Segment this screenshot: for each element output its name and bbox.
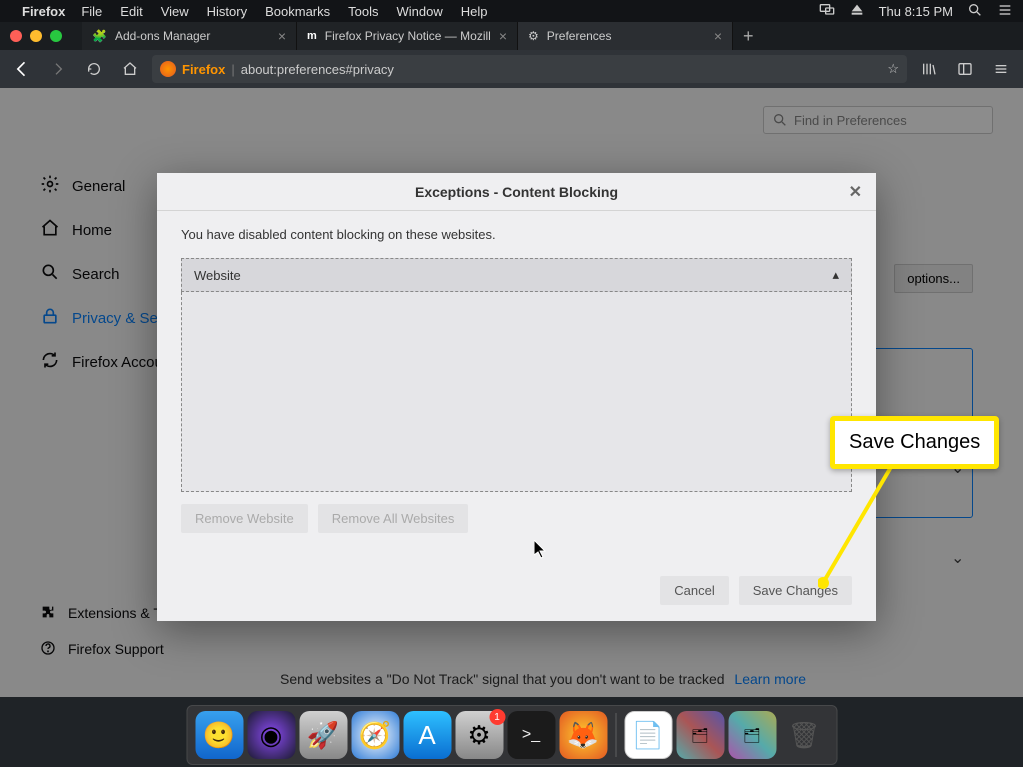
puzzle-icon <box>40 604 56 623</box>
annotation-save-changes-label: Save Changes <box>830 416 999 469</box>
menu-help[interactable]: Help <box>461 4 488 19</box>
new-tab-button[interactable]: + <box>733 26 764 47</box>
spotlight-icon[interactable] <box>967 2 983 21</box>
dialog-titlebar: Exceptions - Content Blocking ✕ <box>157 173 876 211</box>
app-menu-button[interactable] <box>987 55 1015 83</box>
macos-menubar: Firefox File Edit View History Bookmarks… <box>0 0 1023 22</box>
menu-tools[interactable]: Tools <box>348 4 378 19</box>
window-controls <box>10 30 62 42</box>
chevron-down-icon[interactable]: ⌄ <box>951 548 963 560</box>
question-icon <box>40 640 56 659</box>
firefox-icon <box>160 61 176 77</box>
browser-toolbar: Firefox | about:preferences#privacy ☆ <box>0 50 1023 88</box>
url-bar[interactable]: Firefox | about:preferences#privacy ☆ <box>152 55 907 83</box>
dock-appstore-icon[interactable]: A <box>403 711 451 759</box>
tab-close-icon[interactable]: × <box>499 28 507 44</box>
search-icon <box>772 112 788 128</box>
tab-privacy-notice[interactable]: m Firefox Privacy Notice — Mozill × <box>297 22 518 50</box>
sort-arrow-icon[interactable]: ▴ <box>832 267 839 283</box>
remove-all-websites-button[interactable]: Remove All Websites <box>318 504 469 533</box>
menu-bookmarks[interactable]: Bookmarks <box>265 4 330 19</box>
sidebar-item-support[interactable]: Firefox Support <box>40 631 204 667</box>
window-minimize-button[interactable] <box>30 30 42 42</box>
sidebar-item-label: Home <box>72 222 112 239</box>
urlbar-brand: Firefox <box>182 62 225 77</box>
urlbar-url: about:preferences#privacy <box>241 62 394 77</box>
search-icon <box>40 262 60 286</box>
menubar-clock[interactable]: Thu 8:15 PM <box>879 4 953 19</box>
tab-preferences[interactable]: ⚙ Preferences × <box>518 22 733 50</box>
column-website: Website <box>194 268 241 283</box>
menu-window[interactable]: Window <box>397 4 443 19</box>
tab-label: Firefox Privacy Notice — Mozill <box>325 29 491 43</box>
dock-stack-icon[interactable]: 🗂 <box>676 711 724 759</box>
dock-badge: 1 <box>489 709 505 725</box>
mouse-cursor <box>534 540 548 560</box>
home-icon <box>40 218 60 242</box>
remove-website-button[interactable]: Remove Website <box>181 504 308 533</box>
tab-label: Add-ons Manager <box>115 29 210 43</box>
window-zoom-button[interactable] <box>50 30 62 42</box>
forward-button[interactable] <box>44 55 72 83</box>
sidebar-button[interactable] <box>951 55 979 83</box>
dock-stack-icon[interactable]: 🗂 <box>728 711 776 759</box>
tab-close-icon[interactable]: × <box>278 28 286 44</box>
options-button[interactable]: options... <box>894 264 973 293</box>
dialog-description: You have disabled content blocking on th… <box>181 227 852 242</box>
menubar-list-icon[interactable] <box>997 2 1013 21</box>
dock-firefox-icon[interactable]: 🦊 <box>559 711 607 759</box>
dock-launchpad-icon[interactable]: 🚀 <box>299 711 347 759</box>
menu-view[interactable]: View <box>161 4 189 19</box>
dock-trash-icon[interactable]: 🗑 <box>780 711 828 759</box>
screen-mirror-icon[interactable] <box>819 2 835 21</box>
bookmark-star-icon[interactable]: ☆ <box>887 61 899 77</box>
menu-file[interactable]: File <box>81 4 102 19</box>
do-not-track-text: Send websites a "Do Not Track" signal th… <box>280 671 806 687</box>
dnt-label: Send websites a "Do Not Track" signal th… <box>280 671 725 687</box>
reload-button[interactable] <box>80 55 108 83</box>
eject-icon[interactable] <box>849 2 865 21</box>
dialog-close-button[interactable]: ✕ <box>849 182 862 202</box>
dock-separator <box>615 713 616 757</box>
dock-siri-icon[interactable]: ◉ <box>247 711 295 759</box>
browser-tab-strip: 🧩 Add-ons Manager × m Firefox Privacy Noti… <box>0 22 1023 50</box>
puzzle-icon: 🧩 <box>92 29 107 43</box>
tab-label: Preferences <box>547 29 612 43</box>
sidebar-item-label: Firefox Support <box>68 641 164 657</box>
mozilla-icon: m <box>307 30 317 42</box>
app-menu[interactable]: Firefox <box>22 4 65 19</box>
exceptions-table-header[interactable]: Website ▴ <box>181 258 852 292</box>
tab-close-icon[interactable]: × <box>714 28 722 44</box>
dock-safari-icon[interactable]: 🧭 <box>351 711 399 759</box>
dock-terminal-icon[interactable]: >_ <box>507 711 555 759</box>
menu-history[interactable]: History <box>207 4 247 19</box>
sidebar-item-label: Search <box>72 266 120 283</box>
macos-dock: 🙂 ◉ 🚀 🧭 A ⚙1 >_ 🦊 📄 🗂 🗂 🗑 <box>186 705 837 765</box>
back-button[interactable] <box>8 55 36 83</box>
dock-settings-icon[interactable]: ⚙1 <box>455 711 503 759</box>
sidebar-item-label: General <box>72 178 125 195</box>
dock-finder-icon[interactable]: 🙂 <box>195 711 243 759</box>
search-placeholder: Find in Preferences <box>794 113 907 128</box>
home-button[interactable] <box>116 55 144 83</box>
gear-icon <box>40 174 60 198</box>
save-changes-button[interactable]: Save Changes <box>739 576 852 605</box>
find-in-preferences-input[interactable]: Find in Preferences <box>763 106 993 134</box>
exceptions-table-body[interactable] <box>181 292 852 492</box>
dialog-title: Exceptions - Content Blocking <box>415 184 618 200</box>
menu-edit[interactable]: Edit <box>120 4 142 19</box>
lock-icon <box>40 306 60 330</box>
dock-document-icon[interactable]: 📄 <box>624 711 672 759</box>
gear-icon: ⚙ <box>528 29 539 43</box>
library-button[interactable] <box>915 55 943 83</box>
learn-more-link[interactable]: Learn more <box>734 671 806 687</box>
window-close-button[interactable] <box>10 30 22 42</box>
cancel-button[interactable]: Cancel <box>660 576 728 605</box>
exceptions-dialog: Exceptions - Content Blocking ✕ You have… <box>157 173 876 621</box>
sync-icon <box>40 350 60 374</box>
tab-addons[interactable]: 🧩 Add-ons Manager × <box>82 22 297 50</box>
